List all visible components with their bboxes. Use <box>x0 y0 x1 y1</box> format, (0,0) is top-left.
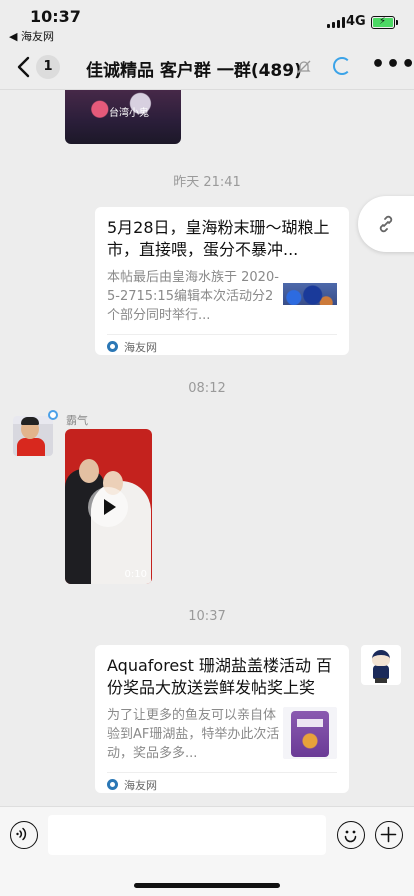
plus-button[interactable] <box>375 821 403 849</box>
unread-count-badge[interactable]: 1 <box>36 55 60 79</box>
play-icon[interactable] <box>88 487 128 527</box>
voice-button[interactable] <box>10 821 38 849</box>
link-card-title: 5月28日，皇海粉末珊～瑚粮上市，直接喂，蛋分不暴冲... <box>107 218 330 259</box>
video-duration: 0:10 <box>124 569 147 580</box>
video-message[interactable]: 0:10 <box>65 429 152 584</box>
emoji-button[interactable] <box>337 821 365 849</box>
message-input[interactable] <box>48 815 326 855</box>
status-time: 10:37 <box>30 7 81 26</box>
link-card-thumbnail <box>283 269 337 321</box>
timestamp: 08:12 <box>188 381 226 396</box>
bell-slash-icon <box>297 60 311 74</box>
avatar[interactable] <box>361 645 401 685</box>
battery-icon: ⚡ <box>371 16 398 29</box>
link-card-description: 为了让更多的鱼友可以亲自体验到AF珊湖盐，特举办此次活动，奖品多多... <box>107 708 280 761</box>
timestamp: 10:37 <box>188 609 226 624</box>
link-card-message[interactable]: Aquaforest 珊湖盐盖楼活动 百份奖品大放送尝鲜发帖奖上奖 为了让更多的… <box>95 645 349 793</box>
more-dots-icon[interactable]: ••• <box>371 54 414 76</box>
link-icon <box>379 215 393 233</box>
copy-link-button[interactable] <box>358 196 414 252</box>
link-card-source: 海友网 <box>124 778 157 792</box>
network-type: 4G <box>346 14 366 29</box>
verified-badge-icon <box>48 410 58 420</box>
chat-title: 佳诚精品 客户群 一群(489) <box>86 61 302 81</box>
site-logo-icon <box>107 341 118 352</box>
link-card-title: Aquaforest 珊湖盐盖楼活动 百份奖品大放送尝鲜发帖奖上奖 <box>107 656 333 697</box>
status-bar: 10:37 ◀ 海友网 4G ⚡ <box>0 0 414 44</box>
chevron-left-icon[interactable] <box>16 56 30 78</box>
back-to-app-link[interactable]: ◀ 海友网 <box>9 28 54 44</box>
link-card-thumbnail <box>283 707 337 759</box>
image-watermark: 台湾小鬼 <box>109 108 149 119</box>
image-message[interactable]: 台湾小鬼 <box>65 90 181 144</box>
timestamp: 昨天 21:41 <box>173 175 241 190</box>
site-logo-icon <box>107 779 118 790</box>
avatar[interactable] <box>13 416 53 456</box>
plus-icon <box>380 826 397 843</box>
signal-icon <box>327 17 345 28</box>
voice-icon <box>16 827 27 841</box>
emoji-icon <box>344 830 357 843</box>
chat-header: 1 佳诚精品 客户群 一群(489) ••• <box>0 44 414 90</box>
link-card-description: 本帖最后由皇海水族于 2020-5-2715:15编辑本次活动分2个部分同时举行… <box>107 270 279 323</box>
loading-spinner-icon <box>333 57 351 75</box>
sender-name: 霸气 <box>66 414 88 427</box>
home-indicator[interactable] <box>134 883 280 888</box>
input-bar <box>0 806 414 896</box>
link-card-source: 海友网 <box>124 340 157 354</box>
link-card-message[interactable]: 5月28日，皇海粉末珊～瑚粮上市，直接喂，蛋分不暴冲... 本帖最后由皇海水族于… <box>95 207 349 355</box>
message-list[interactable]: 台湾小鬼 昨天 21:41 5月28日，皇海粉末珊～瑚粮上市，直接喂，蛋分不暴冲… <box>0 90 414 806</box>
